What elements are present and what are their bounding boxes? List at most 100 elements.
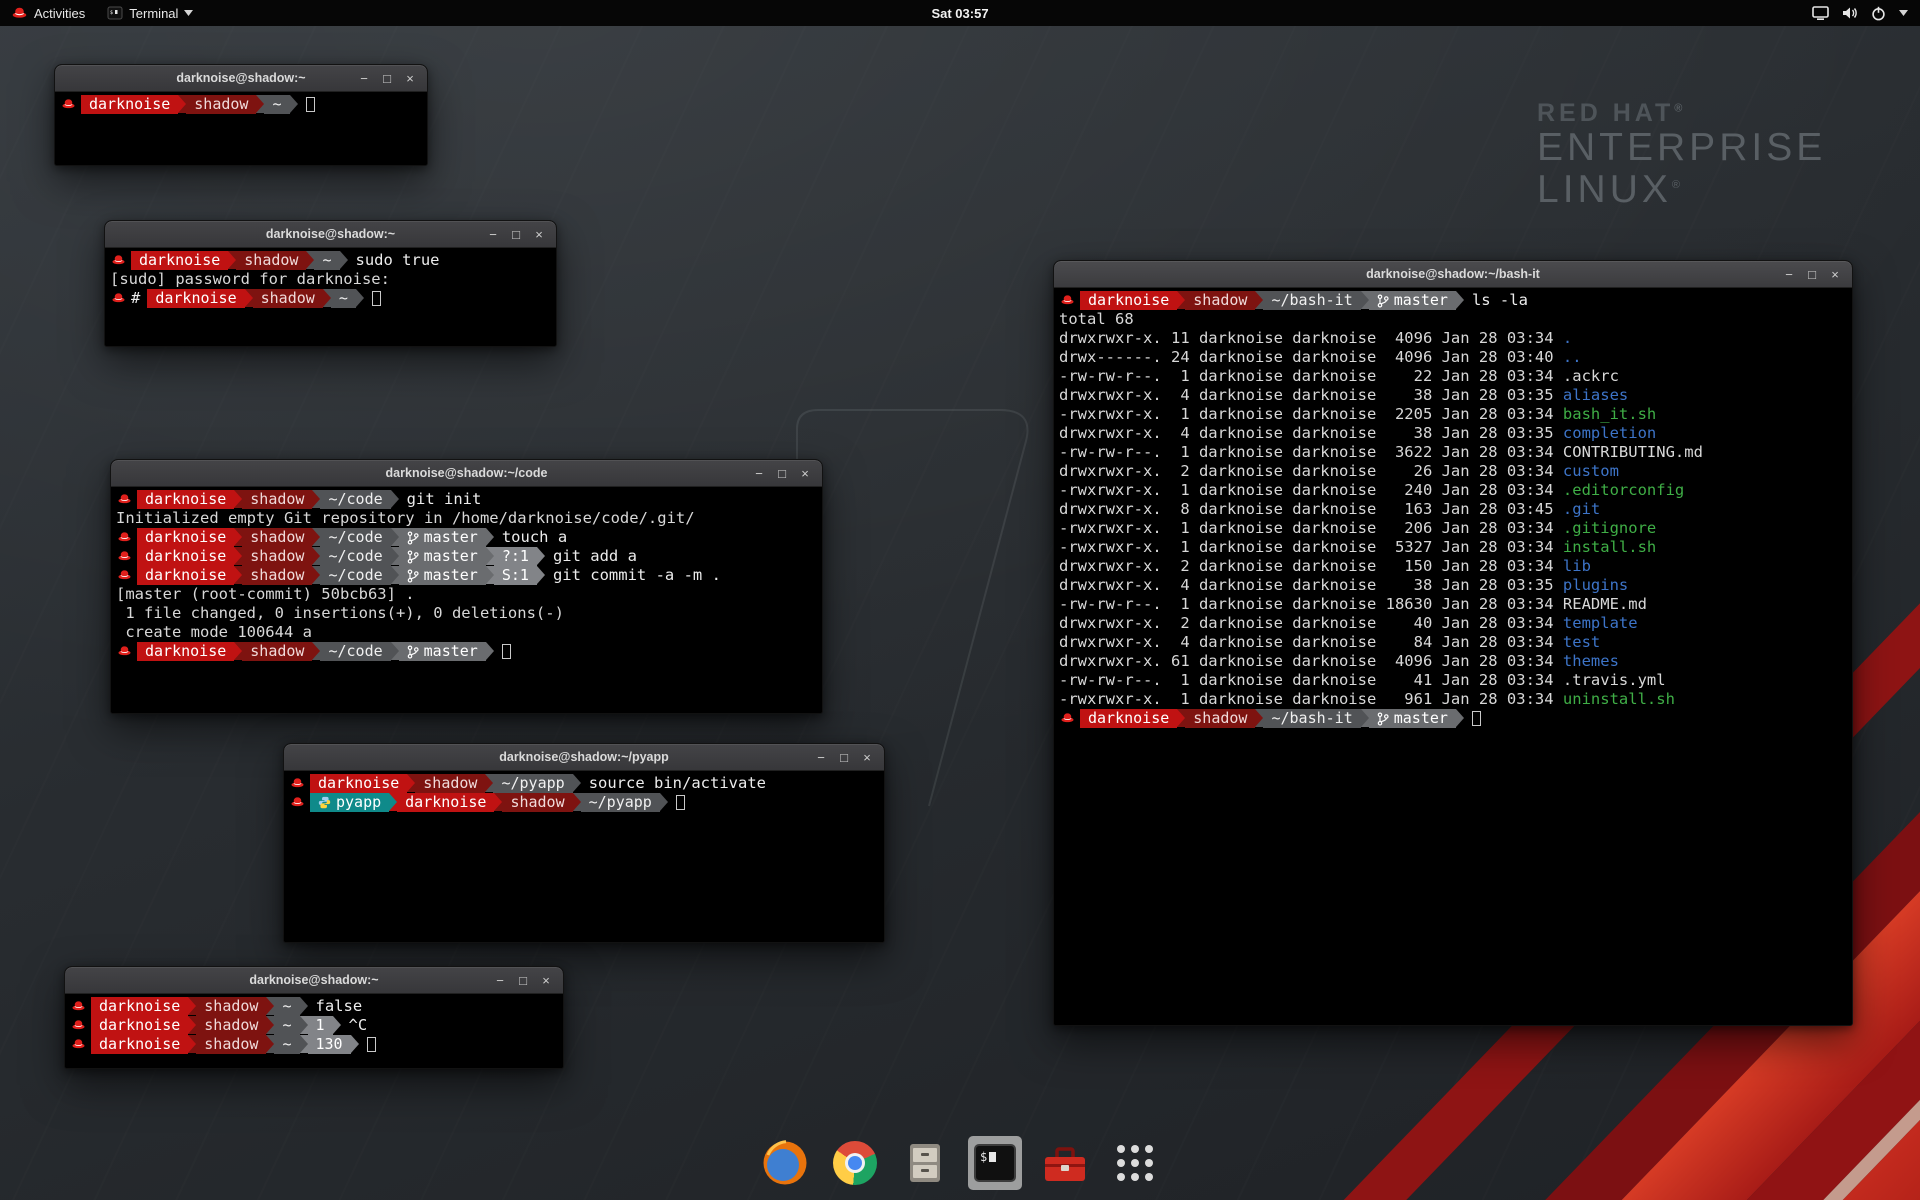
close-button[interactable]: × xyxy=(795,463,815,483)
window-titlebar[interactable]: darknoise@shadow:~−□× xyxy=(65,967,563,994)
terminal-output-line: Initialized empty Git repository in /hom… xyxy=(116,509,817,528)
system-status-area[interactable] xyxy=(1812,0,1920,26)
terminal-cursor xyxy=(676,795,685,810)
powerline-separator xyxy=(312,566,320,584)
terminal-prompt-line: darknoiseshadow~/bash-itmasterls -la xyxy=(1059,291,1847,310)
powerline-separator xyxy=(573,793,581,811)
redhat-prompt-icon xyxy=(117,566,132,585)
terminal-window[interactable]: darknoise@shadow:~/bash-it−□×darknoisesh… xyxy=(1053,260,1853,1026)
close-button[interactable]: × xyxy=(857,747,877,767)
window-titlebar[interactable]: darknoise@shadow:~/pyapp−□× xyxy=(284,744,884,771)
app-menu[interactable]: $ Terminal xyxy=(96,0,204,26)
prompt-segment-user: darknoise xyxy=(137,547,234,566)
file-name: .editorconfig xyxy=(1563,481,1684,499)
minimize-button[interactable]: − xyxy=(483,224,503,244)
screen-icon[interactable] xyxy=(1812,6,1829,21)
terminal-body[interactable]: darknoiseshadow~falsedarknoiseshadow~1^C… xyxy=(65,994,563,1068)
file-meta: drwxrwxr-x. 2 darknoise darknoise 26 Jan… xyxy=(1059,462,1563,480)
window-titlebar[interactable]: darknoise@shadow:~−□× xyxy=(55,65,427,92)
close-button[interactable]: × xyxy=(400,68,420,88)
powerline-separator xyxy=(306,251,314,269)
power-icon[interactable] xyxy=(1871,6,1886,21)
minimize-button[interactable]: − xyxy=(490,970,510,990)
terminal-cursor xyxy=(306,97,315,112)
close-button[interactable]: × xyxy=(529,224,549,244)
terminal-body[interactable]: darknoiseshadow~/codegit initInitialized… xyxy=(111,487,822,713)
volume-icon[interactable] xyxy=(1842,6,1858,20)
file-meta: drwxrwxr-x. 2 darknoise darknoise 40 Jan… xyxy=(1059,614,1563,632)
terminal-window[interactable]: darknoise@shadow:~−□×darknoiseshadow~fal… xyxy=(64,966,564,1069)
close-button[interactable]: × xyxy=(1825,264,1845,284)
terminal-cursor xyxy=(1472,711,1481,726)
terminal-body[interactable]: darknoiseshadow~/bash-itmasterls -latota… xyxy=(1054,288,1852,1025)
dock-item-terminal[interactable]: $ xyxy=(968,1136,1022,1190)
maximize-button[interactable]: □ xyxy=(772,463,792,483)
terminal-window[interactable]: darknoise@shadow:~/code−□×darknoiseshado… xyxy=(110,459,823,714)
window-titlebar[interactable]: darknoise@shadow:~/code−□× xyxy=(111,460,822,487)
prompt-segment-host: shadow xyxy=(415,774,485,793)
window-titlebar[interactable]: darknoise@shadow:~/bash-it−□× xyxy=(1054,261,1852,288)
terminal-window[interactable]: darknoise@shadow:~/pyapp−□× darknoiseshad… xyxy=(283,743,885,943)
powerline-separator xyxy=(573,774,581,792)
file-meta: drwx------. 24 darknoise darknoise 4096 … xyxy=(1059,348,1563,366)
prompt-segment-git-branch: master xyxy=(399,566,486,585)
dock-item-app-grid[interactable] xyxy=(1108,1136,1162,1190)
powerline-separator xyxy=(312,642,320,660)
dock-item-firefox[interactable] xyxy=(758,1136,812,1190)
prompt-segment-user: darknoise xyxy=(137,490,234,509)
terminal-window[interactable]: darknoise@shadow:~−□×darknoiseshadow~ xyxy=(54,64,428,166)
prompt-segment-host: shadow xyxy=(242,490,312,509)
minimize-button[interactable]: − xyxy=(1779,264,1799,284)
terminal-window[interactable]: darknoise@shadow:~−□×darknoiseshadow~sud… xyxy=(104,220,557,347)
window-title: darknoise@shadow:~/code xyxy=(183,466,750,480)
maximize-button[interactable]: □ xyxy=(1802,264,1822,284)
terminal-prompt-line: darknoiseshadow~130 xyxy=(70,1035,558,1054)
clock[interactable]: Sat 03:57 xyxy=(931,6,988,21)
prompt-segment-user: darknoise xyxy=(397,793,494,812)
redhat-logo-line3: LINUX® xyxy=(1537,169,1826,211)
maximize-button[interactable]: □ xyxy=(834,747,854,767)
window-title: darknoise@shadow:~/pyapp xyxy=(356,750,812,764)
redhat-logo-line2: ENTERPRISE xyxy=(1537,127,1826,169)
minimize-button[interactable]: − xyxy=(354,68,374,88)
powerline-separator xyxy=(391,642,399,660)
powerline-separator xyxy=(356,289,364,307)
minimize-button[interactable]: − xyxy=(749,463,769,483)
prompt-segment-host: shadow xyxy=(253,289,323,308)
chevron-down-icon xyxy=(184,10,193,16)
minimize-button[interactable]: − xyxy=(811,747,831,767)
dock-item-chrome[interactable] xyxy=(828,1136,882,1190)
file-name: custom xyxy=(1563,462,1619,480)
window-title: darknoise@shadow:~ xyxy=(137,973,491,987)
maximize-button[interactable]: □ xyxy=(513,970,533,990)
redhat-icon xyxy=(11,5,28,22)
dock-item-files[interactable] xyxy=(898,1136,952,1190)
maximize-button[interactable]: □ xyxy=(506,224,526,244)
prompt-segment-path: ~/pyapp xyxy=(493,774,572,793)
prompt-segment-path: ~/code xyxy=(320,528,390,547)
terminal-cursor xyxy=(372,291,381,306)
dock-item-toolbox[interactable] xyxy=(1038,1136,1092,1190)
svg-text:$: $ xyxy=(980,1150,987,1164)
python-icon xyxy=(318,796,331,809)
maximize-button[interactable]: □ xyxy=(377,68,397,88)
terminal-body[interactable]: darknoiseshadow~/pyappsource bin/activat… xyxy=(284,771,884,942)
powerline-separator xyxy=(391,566,399,584)
powerline-separator xyxy=(178,95,186,113)
close-button[interactable]: × xyxy=(536,970,556,990)
prompt-segment-path: ~ xyxy=(274,997,299,1016)
window-titlebar[interactable]: darknoise@shadow:~−□× xyxy=(105,221,556,248)
file-name: README.md xyxy=(1563,595,1647,613)
file-meta: drwxrwxr-x. 2 darknoise darknoise 150 Ja… xyxy=(1059,557,1563,575)
chevron-down-icon[interactable] xyxy=(1899,10,1908,16)
prompt-segment-git-status: S:1 xyxy=(494,566,537,585)
window-controls: −□× xyxy=(354,68,427,88)
terminal-body[interactable]: darknoiseshadow~sudo true[sudo] password… xyxy=(105,248,556,346)
powerline-separator xyxy=(312,528,320,546)
file-meta: drwxrwxr-x. 4 darknoise darknoise 38 Jan… xyxy=(1059,386,1563,404)
powerline-separator xyxy=(486,566,494,584)
terminal-prompt-line: darknoiseshadow~/codemastertouch a xyxy=(116,528,817,547)
terminal-body[interactable]: darknoiseshadow~ xyxy=(55,92,427,165)
files-icon xyxy=(902,1140,948,1186)
activities-button[interactable]: Activities xyxy=(0,0,96,26)
